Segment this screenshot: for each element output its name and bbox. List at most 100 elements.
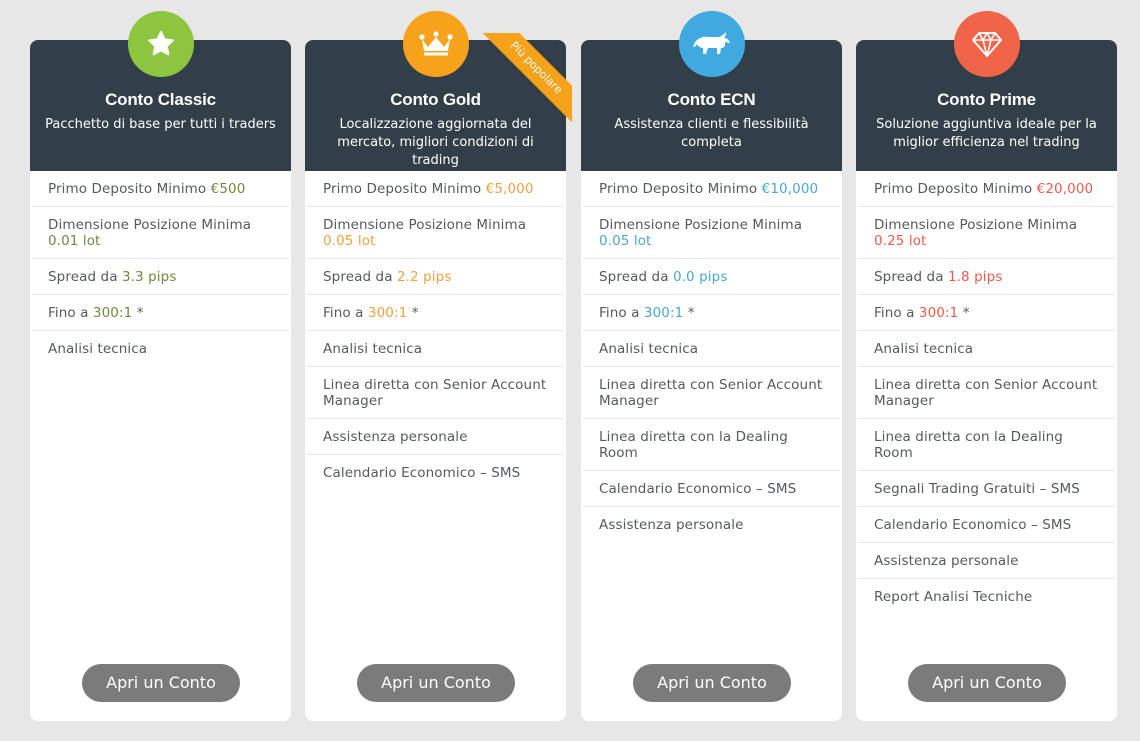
- feature-suffix: *: [407, 305, 419, 321]
- crown-icon: [418, 31, 453, 56]
- feature-item: Fino a 300:1 *: [858, 295, 1115, 331]
- plan-badge: [402, 11, 469, 77]
- feature-text: Linea diretta con Senior Account Manager: [323, 377, 547, 409]
- plan-badge: [953, 11, 1020, 77]
- feature-value: €20,000: [1036, 181, 1094, 197]
- feature-text: Primo Deposito Minimo: [874, 181, 1037, 197]
- plan-name: Conto ECN: [667, 90, 756, 109]
- feature-text: Spread da: [323, 269, 397, 285]
- feature-item: Primo Deposito Minimo €5,000: [307, 171, 564, 207]
- feature-text: Report Analisi Tecniche: [874, 589, 1033, 605]
- feature-item: Spread da 0.0 pips: [583, 259, 840, 295]
- feature-list: Primo Deposito Minimo €20,000 Dimensione …: [858, 171, 1115, 614]
- plan-name: Conto Classic: [105, 90, 216, 109]
- feature-item: Dimensione Posizione Minima 0.05 lot: [307, 207, 564, 259]
- feature-item: Spread da 3.3 pips: [32, 259, 289, 295]
- open-account-button[interactable]: Apri un Conto: [633, 664, 791, 702]
- plan-badge: [678, 11, 745, 77]
- star-icon: [147, 30, 174, 56]
- feature-value: 0.0 pips: [672, 269, 728, 285]
- plan-name: Conto Prime: [937, 90, 1036, 109]
- feature-item: Primo Deposito Minimo €500: [32, 171, 289, 207]
- popular-ribbon: Più popolare: [476, 33, 572, 129]
- feature-item: Analisi tecnica: [583, 331, 840, 367]
- feature-item: Fino a 300:1 *: [583, 295, 840, 331]
- plan-subtitle: Soluzione aggiuntiva ideale per la migli…: [876, 117, 1097, 150]
- feature-item: Linea diretta con la Dealing Room: [858, 419, 1115, 471]
- feature-text: Linea diretta con la Dealing Room: [874, 429, 1063, 461]
- plan-card-prime: Conto Prime Soluzione aggiuntiva ideale …: [856, 11, 1117, 721]
- feature-item: Linea diretta con Senior Account Manager: [307, 367, 564, 419]
- feature-text: Analisi tecnica: [874, 341, 974, 357]
- feature-text: Assistenza personale: [874, 553, 1019, 569]
- feature-item: Assistenza personale: [307, 419, 564, 455]
- feature-suffix: *: [132, 305, 144, 321]
- feature-item: Analisi tecnica: [32, 331, 289, 366]
- feature-text: Fino a: [874, 305, 919, 321]
- feature-text: Linea diretta con Senior Account Manager: [874, 377, 1098, 409]
- feature-item: Report Analisi Tecniche: [858, 579, 1115, 614]
- feature-text: Calendario Economico – SMS: [599, 481, 797, 497]
- feature-text: Primo Deposito Minimo: [599, 181, 762, 197]
- feature-value: 0.05 lot: [323, 233, 376, 249]
- plan-header: Conto ECN Assistenza clienti e flessibil…: [581, 11, 842, 171]
- plan-subtitle: Pacchetto di base per tutti i traders: [45, 117, 276, 132]
- feature-list: Primo Deposito Minimo €5,000 Dimensione P…: [307, 171, 564, 490]
- feature-item: Assistenza personale: [583, 507, 840, 542]
- feature-value: €500: [210, 181, 246, 197]
- open-account-button[interactable]: Apri un Conto: [357, 664, 515, 702]
- feature-text: Assistenza personale: [323, 429, 468, 445]
- pricing-plans: Conto Classic Pacchetto di base per tutt…: [0, 0, 1140, 741]
- feature-item: Linea diretta con Senior Account Manager: [583, 367, 840, 419]
- feature-value: 1.8 pips: [947, 269, 1003, 285]
- open-account-button[interactable]: Apri un Conto: [82, 664, 240, 702]
- feature-item: Primo Deposito Minimo €10,000: [583, 171, 840, 207]
- feature-text: Primo Deposito Minimo: [48, 181, 211, 197]
- feature-text: Analisi tecnica: [48, 341, 148, 357]
- feature-value: 0.01 lot: [48, 233, 101, 249]
- feature-text: Calendario Economico – SMS: [874, 517, 1072, 533]
- feature-text: Primo Deposito Minimo: [323, 181, 486, 197]
- feature-text: Analisi tecnica: [599, 341, 699, 357]
- feature-text: Linea diretta con Senior Account Manager: [599, 377, 823, 409]
- feature-text: Fino a: [48, 305, 93, 321]
- feature-text: Segnali Trading Gratuiti – SMS: [874, 481, 1080, 497]
- popular-ribbon-label: Più popolare: [477, 33, 572, 127]
- feature-item: Primo Deposito Minimo €20,000: [858, 171, 1115, 207]
- feature-text: Dimensione Posizione Minima: [323, 217, 527, 233]
- feature-text: Calendario Economico – SMS: [323, 465, 521, 481]
- feature-suffix: *: [958, 305, 970, 321]
- plan-subtitle: Assistenza clienti e flessibilità comple…: [614, 117, 809, 150]
- open-account-button[interactable]: Apri un Conto: [908, 664, 1066, 702]
- feature-value: 300:1: [367, 305, 408, 321]
- feature-item: Dimensione Posizione Minima 0.25 lot: [858, 207, 1115, 259]
- feature-text: Spread da: [599, 269, 673, 285]
- plan-card-classic: Conto Classic Pacchetto di base per tutt…: [30, 11, 291, 721]
- feature-text: Dimensione Posizione Minima: [874, 217, 1078, 233]
- plan-header: Conto Classic Pacchetto di base per tutt…: [30, 11, 291, 171]
- diamond-icon: [971, 32, 1002, 57]
- feature-value: 300:1: [643, 305, 684, 321]
- feature-item: Analisi tecnica: [858, 331, 1115, 367]
- feature-value: €5,000: [485, 181, 534, 197]
- bull-icon: [692, 32, 730, 54]
- feature-text: Spread da: [48, 269, 122, 285]
- plan-badge: [127, 11, 194, 77]
- feature-item: Linea diretta con Senior Account Manager: [858, 367, 1115, 419]
- feature-item: Linea diretta con la Dealing Room: [583, 419, 840, 471]
- feature-text: Fino a: [599, 305, 644, 321]
- feature-item: Spread da 2.2 pips: [307, 259, 564, 295]
- feature-item: Calendario Economico – SMS: [307, 455, 564, 490]
- feature-item: Analisi tecnica: [307, 331, 564, 367]
- plan-header: Conto Gold Localizzazione aggiornata del…: [305, 11, 572, 171]
- feature-text: Dimensione Posizione Minima: [48, 217, 252, 233]
- feature-text: Fino a: [323, 305, 368, 321]
- feature-item: Dimensione Posizione Minima 0.01 lot: [32, 207, 289, 259]
- feature-text: Linea diretta con la Dealing Room: [599, 429, 788, 461]
- feature-value: 0.05 lot: [599, 233, 652, 249]
- feature-item: Calendario Economico – SMS: [858, 507, 1115, 543]
- feature-item: Assistenza personale: [858, 543, 1115, 579]
- feature-text: Assistenza personale: [599, 517, 744, 533]
- feature-value: 300:1: [92, 305, 133, 321]
- plan-card-ecn: Conto ECN Assistenza clienti e flessibil…: [581, 11, 842, 721]
